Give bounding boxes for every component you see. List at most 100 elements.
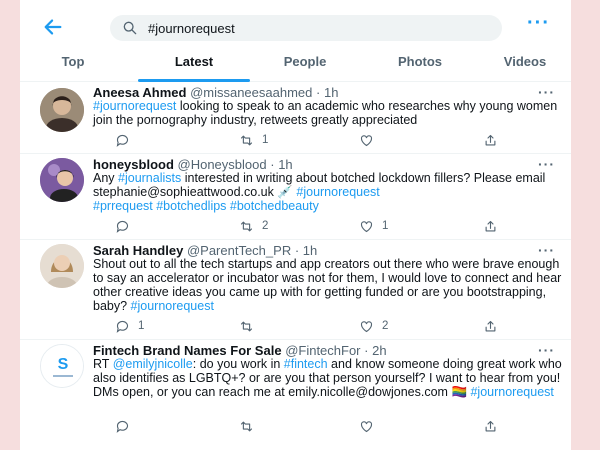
share-button[interactable] <box>483 418 506 434</box>
retweet-icon <box>240 135 253 145</box>
tweet[interactable]: Aneesa Ahmed @missaneesaahmed · 1h ··· #… <box>20 82 571 154</box>
tweet-header: Sarah Handley @ParentTech_PR · 1h <box>93 243 317 258</box>
retweet-button[interactable] <box>239 418 262 434</box>
display-name[interactable]: Aneesa Ahmed <box>93 85 186 100</box>
share-icon <box>485 134 496 145</box>
twitter-search-window: ··· Top Latest People Photos Videos Anee… <box>20 0 571 450</box>
tab-latest-label: Latest <box>174 54 214 69</box>
tweet-actions <box>93 418 533 434</box>
retweet-button[interactable] <box>239 318 262 334</box>
hashtag-link[interactable]: #journorequest <box>470 385 553 399</box>
tab-people[interactable]: People <box>255 50 355 82</box>
retweet-count: 2 <box>262 220 269 232</box>
heart-icon <box>360 320 373 332</box>
display-name[interactable]: Fintech Brand Names For Sale <box>93 343 282 358</box>
share-button[interactable] <box>483 318 506 334</box>
hashtag-link[interactable]: #journalists <box>118 171 181 185</box>
tweet-text: RT @emilyjnicolle: do you work in #finte… <box>93 357 563 399</box>
user-handle[interactable]: @FintechFor <box>285 343 360 358</box>
top-bar: ··· <box>20 0 571 56</box>
tweet-more-icon[interactable]: ··· <box>538 342 555 358</box>
hashtag-link[interactable]: #prrequest #botchedlips #botchedbeauty <box>93 199 319 213</box>
timestamp[interactable]: 2h <box>372 343 386 358</box>
tweet[interactable]: Sarah Handley @ParentTech_PR · 1h ··· Sh… <box>20 240 571 340</box>
more-options-icon[interactable]: ··· <box>527 13 551 36</box>
svg-text:S: S <box>58 356 69 373</box>
search-box[interactable] <box>110 15 502 41</box>
tweet-header: Aneesa Ahmed @missaneesaahmed · 1h <box>93 85 338 100</box>
like-button[interactable] <box>359 418 382 434</box>
tab-top-label: Top <box>61 54 85 69</box>
tweet-actions: 2 1 <box>93 218 533 234</box>
back-arrow-icon[interactable] <box>42 16 64 38</box>
avatar-sarah-icon <box>40 244 84 288</box>
reply-button[interactable] <box>115 418 138 434</box>
tweet[interactable]: honeysblood @Honeysblood · 1h ··· Any #j… <box>20 154 571 240</box>
heart-icon <box>360 220 373 232</box>
tweet-text: Any #journalists interested in writing a… <box>93 171 563 213</box>
tweet[interactable]: S Fintech Brand Names For Sale @FintechF… <box>20 340 571 450</box>
tab-videos[interactable]: Videos <box>485 50 565 82</box>
tweet-actions: 1 <box>93 132 533 148</box>
like-button[interactable]: 2 <box>359 318 388 334</box>
tweet-more-icon[interactable]: ··· <box>538 156 555 172</box>
retweet-count: 1 <box>262 134 269 146</box>
display-name[interactable]: Sarah Handley <box>93 243 183 258</box>
hashtag-link[interactable]: #journorequest <box>93 99 176 113</box>
reply-icon <box>116 134 129 147</box>
share-icon <box>485 420 496 431</box>
retweet-icon <box>240 421 253 431</box>
user-handle[interactable]: @ParentTech_PR <box>187 243 291 258</box>
tab-videos-label: Videos <box>503 54 547 69</box>
heart-icon <box>360 134 373 146</box>
mention-link[interactable]: @emilyjnicolle <box>113 357 193 371</box>
tweet-text-pre: Any <box>93 171 119 185</box>
separator-dot: · <box>294 243 300 258</box>
tweet-header: Fintech Brand Names For Sale @FintechFor… <box>93 343 387 358</box>
reply-button[interactable]: 1 <box>115 318 144 334</box>
retweet-icon <box>240 221 253 231</box>
tweet-text: #journorequest looking to speak to an ac… <box>93 99 563 127</box>
hashtag-link[interactable]: #fintech <box>284 357 328 371</box>
tweet-header: honeysblood @Honeysblood · 1h <box>93 157 293 172</box>
search-icon <box>123 21 137 35</box>
tab-photos[interactable]: Photos <box>365 50 475 82</box>
tweet-actions: 1 2 <box>93 318 533 334</box>
timestamp[interactable]: 1h <box>303 243 317 258</box>
search-input[interactable] <box>148 18 488 38</box>
user-handle[interactable]: @missaneesaahmed <box>190 85 312 100</box>
timestamp[interactable]: 1h <box>278 157 292 172</box>
separator-dot: · <box>270 157 275 172</box>
avatar[interactable] <box>40 158 84 202</box>
like-count: 2 <box>382 320 389 332</box>
reply-icon <box>116 320 129 333</box>
like-count: 1 <box>382 220 389 232</box>
tweet-more-icon[interactable]: ··· <box>538 242 555 258</box>
user-handle[interactable]: @Honeysblood <box>178 157 267 172</box>
like-button[interactable] <box>359 132 382 148</box>
avatar-aneesa-icon <box>40 88 84 132</box>
reply-button[interactable] <box>115 132 138 148</box>
avatar-fintech-logo-icon: S <box>41 345 83 387</box>
retweet-button[interactable]: 2 <box>239 218 268 234</box>
hashtag-link[interactable]: #journorequest <box>131 299 214 313</box>
share-button[interactable] <box>483 218 506 234</box>
share-button[interactable] <box>483 132 506 148</box>
reply-button[interactable] <box>115 218 138 234</box>
avatar[interactable]: S <box>40 344 84 388</box>
like-button[interactable]: 1 <box>359 218 388 234</box>
tweet-text-body: : do you work in <box>192 357 284 371</box>
retweet-icon <box>240 321 253 331</box>
timestamp[interactable]: 1h <box>324 85 338 100</box>
avatar[interactable] <box>40 88 84 132</box>
share-icon <box>485 320 496 331</box>
tab-top[interactable]: Top <box>48 50 98 82</box>
avatar[interactable] <box>40 244 84 288</box>
hashtag-link[interactable]: #journorequest <box>296 185 379 199</box>
retweet-button[interactable]: 1 <box>239 132 268 148</box>
tweet-more-icon[interactable]: ··· <box>538 84 555 100</box>
reply-count: 1 <box>138 320 145 332</box>
display-name[interactable]: honeysblood <box>93 157 174 172</box>
tab-latest[interactable]: Latest <box>138 50 250 82</box>
separator-dot: · <box>316 85 321 100</box>
